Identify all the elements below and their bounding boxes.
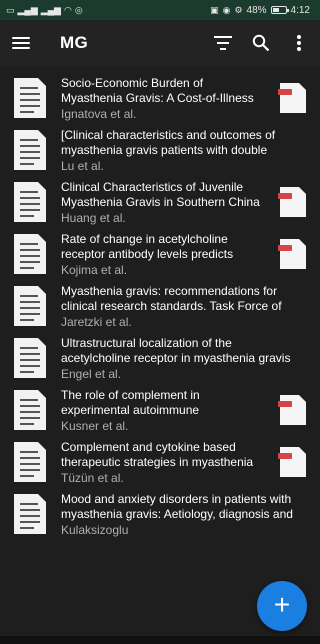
pdf-icon[interactable] bbox=[278, 83, 306, 113]
document-icon bbox=[14, 390, 46, 430]
location-icon: ▣ bbox=[210, 4, 219, 15]
status-bar: ▭ ▂▄▆ ▂▄▆ ◠ ◎ ▣ ◉ ⚙ 48% 4:12 bbox=[0, 0, 320, 20]
document-icon bbox=[14, 442, 46, 482]
list-item[interactable]: [Clinical characteristics and outcomes o… bbox=[0, 122, 320, 174]
data-saver-icon: ◎ bbox=[74, 4, 83, 15]
pdf-icon[interactable] bbox=[278, 187, 306, 217]
document-icon bbox=[14, 234, 46, 274]
item-title-line: Socio-Economic Burden of bbox=[61, 76, 204, 90]
eye-icon: ◉ bbox=[222, 4, 231, 15]
item-text: The role of complement in experimental a… bbox=[61, 388, 276, 434]
plus-icon: + bbox=[273, 589, 291, 620]
item-title-line: clinical research standards. Task Force … bbox=[61, 299, 282, 313]
document-icon bbox=[14, 78, 46, 118]
item-text: Myasthenia gravis: recommendations for c… bbox=[61, 284, 310, 330]
list-item[interactable]: Ultrastructural localization of the acet… bbox=[0, 330, 320, 382]
item-text: Mood and anxiety disorders in patients w… bbox=[61, 492, 310, 538]
item-title-line: Mood and anxiety disorders in patients w… bbox=[61, 492, 292, 506]
item-title-line: [Clinical characteristics and outcomes o… bbox=[61, 128, 276, 142]
item-authors: Lu et al. bbox=[61, 159, 104, 173]
sim-icon: ▭ bbox=[6, 4, 15, 15]
sort-icon[interactable] bbox=[210, 30, 236, 56]
list-item[interactable]: Rate of change in acetylcholine receptor… bbox=[0, 226, 320, 278]
document-icon bbox=[14, 494, 46, 534]
app-bar: MG bbox=[0, 20, 320, 66]
item-text: Rate of change in acetylcholine receptor… bbox=[61, 232, 276, 278]
item-title-line: Ultrastructural localization of the bbox=[61, 336, 232, 350]
item-title-line: acetylcholine receptor in myasthenia gra… bbox=[61, 351, 291, 365]
add-reference-button[interactable]: + bbox=[257, 581, 307, 631]
list-item[interactable]: Myasthenia gravis: recommendations for c… bbox=[0, 278, 320, 330]
wifi-icon: ◠ bbox=[63, 4, 72, 15]
item-authors: Kusner et al. bbox=[61, 419, 129, 433]
item-title-line: The role of complement in bbox=[61, 388, 200, 402]
list-item[interactable]: Socio-Economic Burden of Myasthenia Grav… bbox=[0, 70, 320, 122]
item-title-line: Rate of change in acetylcholine bbox=[61, 232, 228, 246]
item-authors: Kojima et al. bbox=[61, 263, 128, 277]
list-item[interactable]: The role of complement in experimental a… bbox=[0, 382, 320, 434]
item-title-line: myasthenia gravis: Aetiology, diagnosis … bbox=[61, 507, 293, 521]
list-item[interactable]: Complement and cytokine based therapeuti… bbox=[0, 434, 320, 486]
document-icon bbox=[14, 130, 46, 170]
hamburger-icon[interactable] bbox=[12, 36, 32, 50]
item-authors: Kulaksizoglu bbox=[61, 523, 129, 537]
document-icon bbox=[14, 338, 46, 378]
item-title-line: Clinical Characteristics of Juvenile bbox=[61, 180, 244, 194]
page-title: MG bbox=[60, 33, 88, 52]
document-icon bbox=[14, 182, 46, 222]
navigation-bar bbox=[0, 636, 320, 644]
clock: 4:12 bbox=[290, 4, 310, 16]
item-text: Ultrastructural localization of the acet… bbox=[61, 336, 310, 382]
item-title-line: Myasthenia Gravis in Southern China bbox=[61, 195, 260, 209]
pdf-icon[interactable] bbox=[278, 239, 306, 269]
list-item[interactable]: Clinical Characteristics of Juvenile Mya… bbox=[0, 174, 320, 226]
pdf-icon[interactable] bbox=[278, 447, 306, 477]
item-authors: Huang et al. bbox=[61, 211, 126, 225]
item-title-line: therapeutic strategies in myasthenia bbox=[61, 455, 254, 469]
item-title-line: receptor antibody levels predicts bbox=[61, 247, 234, 261]
signal-icon: ▂▄▆ bbox=[40, 4, 61, 15]
item-title-line: Myasthenia Gravis: A Cost-of-Illness bbox=[61, 91, 254, 105]
item-title-line: experimental autoimmune bbox=[61, 403, 200, 417]
search-icon[interactable] bbox=[248, 30, 274, 56]
item-authors: Tüzün et al. bbox=[61, 471, 124, 485]
item-title-line: myasthenia gravis patients with double bbox=[61, 143, 268, 157]
item-title-line: Complement and cytokine based bbox=[61, 440, 236, 454]
list-item[interactable]: Mood and anxiety disorders in patients w… bbox=[0, 486, 320, 538]
alarm-icon: ⚙ bbox=[234, 4, 243, 15]
item-text: Clinical Characteristics of Juvenile Mya… bbox=[61, 180, 276, 226]
item-authors: Ignatova et al. bbox=[61, 107, 137, 121]
item-title-line: Myasthenia gravis: recommendations for bbox=[61, 284, 278, 298]
signal-icon: ▂▄▆ bbox=[17, 4, 38, 15]
item-authors: Engel et al. bbox=[61, 367, 122, 381]
battery-percent: 48% bbox=[246, 4, 267, 16]
item-authors: Jaretzki et al. bbox=[61, 315, 132, 329]
reference-list: Socio-Economic Burden of Myasthenia Grav… bbox=[0, 70, 320, 538]
item-text: Socio-Economic Burden of Myasthenia Grav… bbox=[61, 76, 276, 122]
status-icons-left: ▭ ▂▄▆ ▂▄▆ ◠ ◎ bbox=[0, 4, 83, 15]
pdf-icon[interactable] bbox=[278, 395, 306, 425]
app-bar-actions bbox=[210, 30, 320, 56]
more-vert-icon[interactable] bbox=[286, 30, 312, 56]
item-text: Complement and cytokine based therapeuti… bbox=[61, 440, 276, 486]
document-icon bbox=[14, 286, 46, 326]
status-icons-right: ▣ ◉ ⚙ 48% 4:12 bbox=[210, 5, 320, 16]
battery-icon bbox=[270, 6, 289, 14]
item-text: [Clinical characteristics and outcomes o… bbox=[61, 128, 310, 174]
